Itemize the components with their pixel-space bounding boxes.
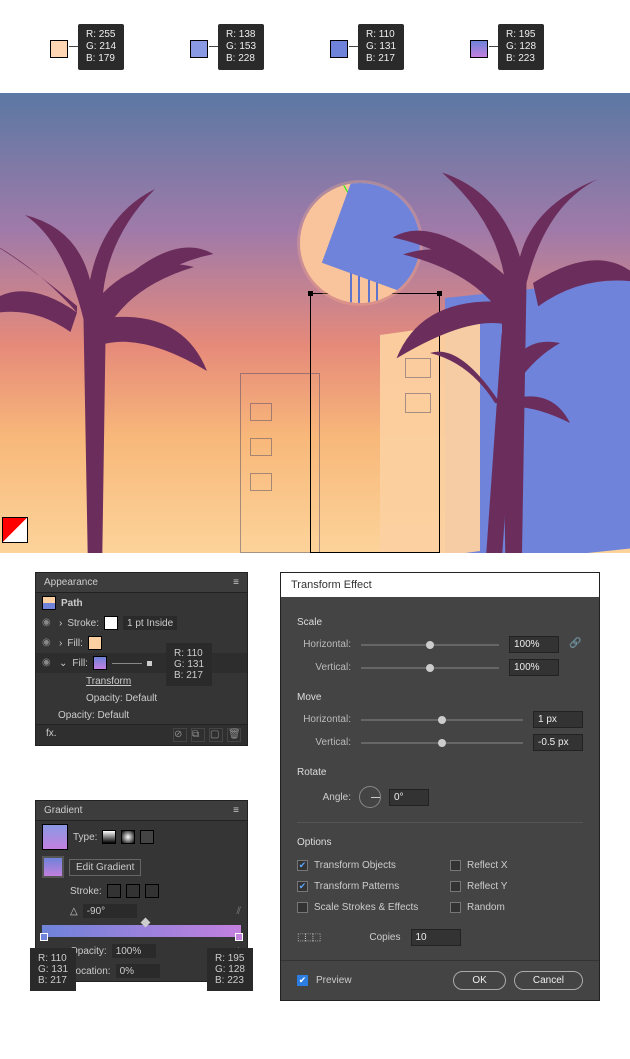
horizontal-label: Horizontal: — [297, 714, 351, 725]
rgb-readout: R: 110 G: 131 B: 217 — [358, 24, 404, 70]
dialog-title: Transform Effect — [281, 573, 599, 597]
rgb-readout: R: 255 G: 214 B: 179 — [78, 24, 124, 70]
options-section: Options — [297, 837, 583, 848]
move-h-field[interactable]: 1 px — [533, 711, 583, 728]
fill-stroke-indicator[interactable] — [2, 517, 28, 543]
ok-button[interactable]: OK — [453, 971, 505, 990]
stroke-swatch[interactable] — [104, 616, 118, 630]
palm-right — [390, 153, 630, 553]
fill-label: Fill: — [72, 658, 88, 669]
gradient-stop-right[interactable] — [235, 933, 243, 941]
palm-left — [0, 163, 220, 553]
stroke-type-icon[interactable] — [145, 884, 159, 898]
transform-effect-dialog[interactable]: Transform Effect Scale Horizontal: 100% … — [280, 572, 600, 1001]
wireframe-window — [250, 403, 272, 421]
visibility-icon[interactable]: ◉ — [42, 617, 54, 629]
transform-patterns-checkbox[interactable] — [297, 881, 308, 892]
opacity-row[interactable]: Opacity: Default — [86, 693, 157, 704]
visibility-icon[interactable]: ◉ — [42, 637, 54, 649]
anchor-grid-icon[interactable]: ⬚⬚⬚ — [297, 932, 319, 943]
stroke-type-icon[interactable] — [126, 884, 140, 898]
wireframe-window — [250, 473, 272, 491]
swatch-chip[interactable] — [470, 40, 488, 58]
fx-menu[interactable]: fx. — [42, 728, 57, 742]
move-v-slider[interactable] — [361, 742, 523, 744]
type-linear-icon[interactable] — [102, 830, 116, 844]
opacity-row[interactable]: Opacity: Default — [42, 710, 129, 721]
angle-field[interactable]: 0° — [389, 789, 429, 806]
cancel-button[interactable]: Cancel — [514, 971, 583, 990]
rgb-tooltip: R: 110 G: 131 B: 217 — [30, 948, 76, 991]
rgb-readout: R: 138 G: 153 B: 228 — [218, 24, 264, 70]
copies-label: Copies — [369, 932, 400, 943]
move-h-slider[interactable] — [361, 719, 523, 721]
horizontal-label: Horizontal: — [297, 639, 351, 650]
type-label: Type: — [73, 832, 97, 843]
copies-field[interactable]: 10 — [411, 929, 461, 946]
gradient-fill-swatch[interactable] — [42, 856, 64, 878]
object-thumbnail — [42, 596, 56, 610]
vertical-label: Vertical: — [297, 737, 351, 748]
wireframe-window — [250, 438, 272, 456]
angle-label: Angle: — [297, 792, 351, 803]
stroke-type-icon[interactable] — [107, 884, 121, 898]
move-section: Move — [297, 692, 583, 703]
reflect-x-checkbox[interactable] — [450, 860, 461, 871]
angle-dial[interactable] — [359, 786, 381, 808]
swatch-chip[interactable] — [190, 40, 208, 58]
panel-title: Appearance — [44, 577, 98, 588]
visibility-icon[interactable]: ◉ — [42, 657, 54, 669]
appearance-panel[interactable]: Appearance≡ Path ◉ › Stroke: 1 pt Inside… — [35, 572, 248, 746]
rotate-section: Rotate — [297, 767, 583, 778]
stroke-label: Stroke: — [67, 618, 99, 629]
location-label: Location: — [70, 966, 111, 977]
gradient-stop-left[interactable] — [40, 933, 48, 941]
rgb-tooltip: R: 195 G: 128 B: 223 — [207, 948, 253, 991]
vertical-label: Vertical: — [297, 662, 351, 673]
panel-title: Gradient — [44, 805, 82, 816]
scale-h-slider[interactable] — [361, 644, 499, 646]
stroke-value[interactable]: 1 pt Inside — [123, 616, 177, 630]
gradient-panel[interactable]: Gradient≡ Type: Edit Gradient Stroke: △ … — [35, 800, 248, 982]
type-radial-icon[interactable] — [121, 830, 135, 844]
stroke-label: Stroke: — [70, 886, 102, 897]
fill-gradient-swatch[interactable] — [93, 656, 107, 670]
random-checkbox[interactable] — [450, 902, 461, 913]
rgb-readout: R: 195 G: 128 B: 223 — [498, 24, 544, 70]
transform-objects-checkbox[interactable] — [297, 860, 308, 871]
gradient-preview[interactable] — [42, 824, 68, 850]
move-v-field[interactable]: -0.5 px — [533, 734, 583, 751]
scale-strokes-checkbox[interactable] — [297, 902, 308, 913]
delete-icon[interactable]: 🗑 — [227, 728, 241, 742]
fill-swatch[interactable] — [88, 636, 102, 650]
fill-label: Fill: — [67, 638, 83, 649]
scale-section: Scale — [297, 617, 583, 628]
swatch-chip[interactable] — [330, 40, 348, 58]
scale-v-field[interactable]: 100% — [509, 659, 559, 676]
location-field[interactable]: 0% — [116, 964, 160, 978]
type-freeform-icon[interactable] — [140, 830, 154, 844]
link-icon[interactable]: 🔗 — [569, 638, 583, 652]
angle-field[interactable]: -90° — [83, 904, 137, 918]
edit-gradient-button[interactable]: Edit Gradient — [69, 859, 141, 876]
gradient-slider[interactable] — [42, 925, 241, 937]
angle-icon: △ — [70, 906, 78, 917]
rgb-tooltip: R: 110 G: 131 B: 217 — [166, 643, 212, 686]
reflect-y-checkbox[interactable] — [450, 881, 461, 892]
object-type: Path — [61, 598, 83, 609]
wireframe-building — [240, 373, 320, 553]
scale-h-field[interactable]: 100% — [509, 636, 559, 653]
clear-icon[interactable]: ⊘ — [173, 728, 187, 742]
transform-effect-link[interactable]: Transform — [86, 676, 131, 687]
opacity-field[interactable]: 100% — [112, 944, 156, 958]
swatch-chip[interactable] — [50, 40, 68, 58]
preview-checkbox[interactable] — [297, 975, 308, 986]
duplicate-icon[interactable]: ⧉ — [191, 728, 205, 742]
artboard-canvas[interactable] — [0, 93, 630, 553]
top-swatch-row: R: 255 G: 214 B: 179 R: 138 G: 153 B: 22… — [0, 20, 630, 70]
preview-label: Preview — [316, 975, 352, 986]
new-icon[interactable]: ▢ — [209, 728, 223, 742]
scale-v-slider[interactable] — [361, 667, 499, 669]
